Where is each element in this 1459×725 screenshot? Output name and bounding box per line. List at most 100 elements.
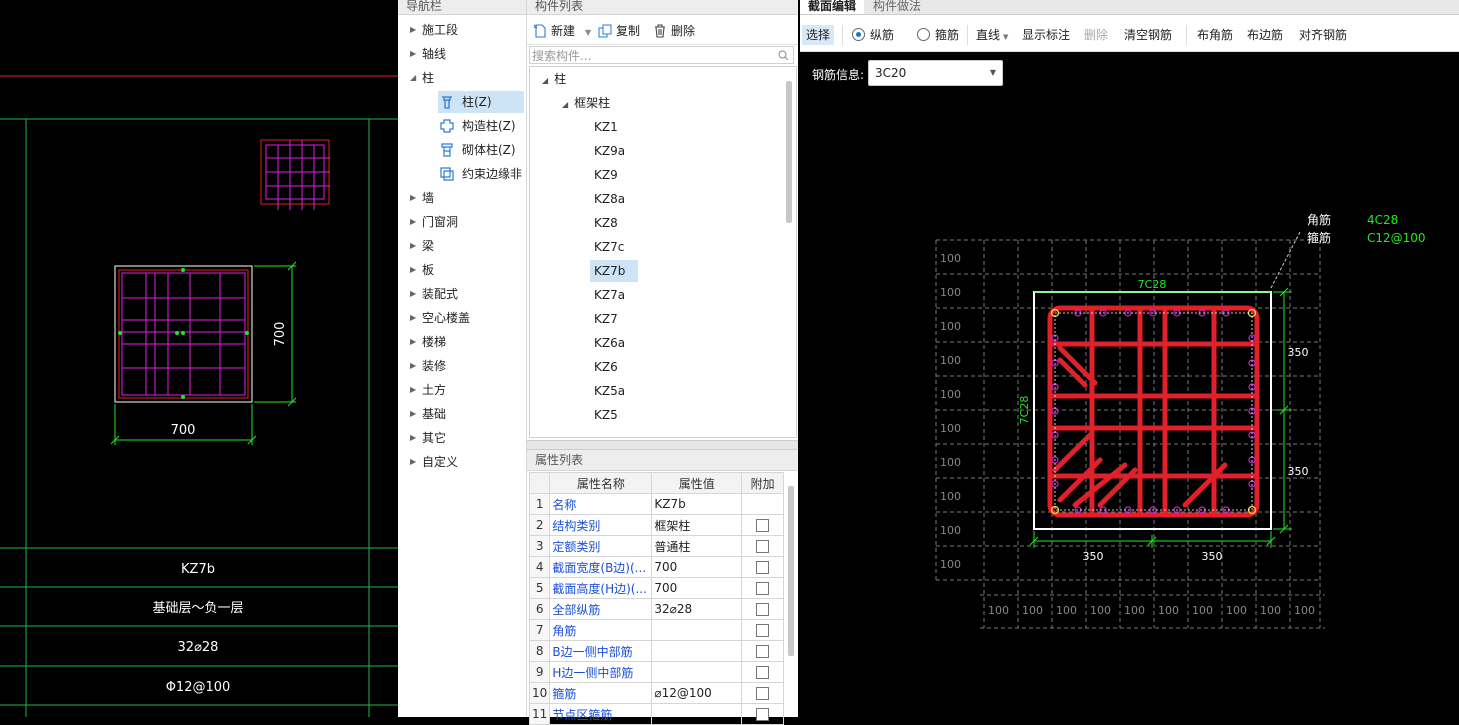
list-item[interactable]: KZ8a bbox=[594, 188, 625, 210]
expand-arrow-icon[interactable]: ▶ bbox=[410, 19, 416, 41]
expand-arrow-icon[interactable]: ▶ bbox=[410, 427, 416, 449]
extra-checkbox[interactable] bbox=[756, 561, 770, 574]
list-item[interactable]: KZ9a bbox=[594, 140, 625, 162]
expand-arrow-icon[interactable]: ▶ bbox=[410, 307, 416, 329]
tree-group-frame-column[interactable]: ◢ 框架柱 bbox=[562, 92, 610, 114]
collapse-arrow-icon[interactable]: ◢ bbox=[410, 67, 416, 89]
component-list-panel: 构件列表 新建 ▼ 复制 删除 搜索构件... ◢ 柱 ◢ 框架柱 KZ1 KZ9a… bbox=[527, 0, 798, 440]
masonry-column-icon bbox=[441, 143, 453, 157]
extra-checkbox[interactable] bbox=[756, 603, 770, 616]
tab-section-edit[interactable]: 截面编辑 bbox=[800, 0, 865, 14]
table-row[interactable]: 10 箍筋 ⌀12@100 bbox=[528, 682, 784, 704]
table-row[interactable]: 6 全部纵筋 32⌀28 bbox=[528, 598, 784, 620]
expand-arrow-icon[interactable]: ▶ bbox=[410, 43, 416, 65]
nav-item-custom[interactable]: ▶ 自定义 bbox=[398, 451, 525, 473]
search-icon[interactable] bbox=[778, 50, 789, 61]
dim-height-text: 700 bbox=[273, 322, 288, 347]
extra-checkbox[interactable] bbox=[756, 519, 770, 532]
corner-rebar-button[interactable]: 布角筋 bbox=[1197, 25, 1233, 45]
list-item[interactable]: KZ7 bbox=[594, 308, 618, 330]
nav-item-decoration[interactable]: ▶ 装修 bbox=[398, 355, 525, 377]
table-row[interactable]: 8 B边一侧中部筋 bbox=[528, 640, 784, 662]
list-item[interactable]: KZ8 bbox=[594, 212, 618, 234]
show-dims-button[interactable]: 显示标注 bbox=[1022, 25, 1070, 45]
cad-canvas[interactable]: 700 700 KZ7b 基础层～负一层 32⌀28 Φ12@100 bbox=[0, 0, 398, 717]
list-item[interactable]: KZ5 bbox=[594, 404, 618, 426]
line-dropdown[interactable]: 直线 ▼ bbox=[976, 25, 1008, 45]
nav-item-foundation[interactable]: ▶ 基础 bbox=[398, 403, 525, 425]
expand-arrow-icon[interactable]: ▶ bbox=[410, 403, 416, 425]
select-button[interactable]: 选择 bbox=[802, 25, 835, 45]
tree-scrollbar[interactable] bbox=[786, 81, 792, 223]
grid-label: 100 bbox=[940, 320, 961, 333]
table-row[interactable]: 7 角筋 bbox=[528, 619, 784, 641]
extra-checkbox[interactable] bbox=[756, 708, 770, 721]
list-item[interactable]: KZ9 bbox=[594, 164, 618, 186]
tab-component-method[interactable]: 构件做法 bbox=[865, 0, 929, 14]
longitudinal-radio[interactable]: 纵筋 bbox=[852, 25, 894, 45]
extra-checkbox[interactable] bbox=[756, 582, 770, 595]
list-item[interactable]: KZ6a bbox=[594, 332, 625, 354]
align-rebar-button[interactable]: 对齐钢筋 bbox=[1299, 25, 1347, 45]
nav-item-slab[interactable]: ▶ 板 bbox=[398, 259, 525, 281]
tree-root[interactable]: ◢ 柱 bbox=[542, 68, 566, 90]
expand-arrow-icon[interactable]: ▶ bbox=[410, 235, 416, 257]
extra-checkbox[interactable] bbox=[756, 687, 770, 700]
table-row[interactable]: 1 名称 KZ7b bbox=[528, 493, 784, 515]
list-item[interactable]: KZ7c bbox=[594, 236, 624, 258]
table-row[interactable]: 5 截面高度(H边)(... 700 bbox=[528, 577, 784, 599]
section-canvas[interactable]: 100 100 100 100 100 100 100 100 100 100 … bbox=[800, 52, 1459, 717]
nav-item-wall[interactable]: ▶ 墙 bbox=[398, 187, 525, 209]
expand-arrow-icon[interactable]: ▶ bbox=[410, 379, 416, 401]
nav-item-prefab[interactable]: ▶ 装配式 bbox=[398, 283, 525, 305]
expand-arrow-icon[interactable]: ▶ bbox=[410, 331, 416, 353]
expand-arrow-icon[interactable]: ▶ bbox=[410, 451, 416, 473]
boundary-element-icon bbox=[440, 167, 454, 181]
extra-checkbox[interactable] bbox=[756, 540, 770, 553]
nav-item-other[interactable]: ▶ 其它 bbox=[398, 427, 525, 449]
header-property-name: 属性名称 bbox=[549, 472, 653, 494]
table-row[interactable]: 11 节点区箍筋 bbox=[528, 703, 784, 725]
nav-item-stairs[interactable]: ▶ 楼梯 bbox=[398, 331, 525, 353]
list-item[interactable]: KZ5a bbox=[594, 380, 625, 402]
list-item[interactable]: KZ1 bbox=[594, 116, 618, 138]
nav-sub-masonry-column[interactable]: 砌体柱(Z) bbox=[438, 139, 524, 161]
list-item[interactable]: KZ7a bbox=[594, 284, 625, 306]
extra-checkbox[interactable] bbox=[756, 624, 770, 637]
nav-item-earthwork[interactable]: ▶ 土方 bbox=[398, 379, 525, 401]
component-search-input[interactable]: 搜索构件... bbox=[529, 46, 794, 64]
edge-rebar-button[interactable]: 布边筋 bbox=[1247, 25, 1283, 45]
table-row[interactable]: 3 定额类别 普通柱 bbox=[528, 535, 784, 557]
nav-item-door-window[interactable]: ▶ 门窗洞 bbox=[398, 211, 525, 233]
clear-rebar-button[interactable]: 清空钢筋 bbox=[1124, 25, 1172, 45]
table-row[interactable]: 4 截面宽度(B边)(... 700 bbox=[528, 556, 784, 578]
nav-item-column[interactable]: ◢ 柱 bbox=[398, 67, 525, 89]
list-item[interactable]: KZ6 bbox=[594, 356, 618, 378]
delete-button[interactable]: 删除 bbox=[653, 22, 695, 40]
stirrup-radio[interactable]: 箍筋 bbox=[917, 25, 959, 45]
table-row[interactable]: 9 H边一侧中部筋 bbox=[528, 661, 784, 683]
extra-checkbox[interactable] bbox=[756, 666, 770, 679]
cad-drawing-view[interactable]: 700 700 KZ7b 基础层～负一层 32⌀28 Φ12@100 bbox=[0, 0, 398, 717]
copy-button[interactable]: 复制 bbox=[598, 22, 640, 40]
delete-rebar-button[interactable]: 删除 bbox=[1084, 25, 1108, 45]
expand-arrow-icon[interactable]: ▶ bbox=[410, 283, 416, 305]
list-item-selected[interactable]: KZ7b bbox=[590, 260, 638, 282]
expand-arrow-icon[interactable]: ▶ bbox=[410, 187, 416, 209]
nav-item-construction-stage[interactable]: ▶ 施工段 bbox=[398, 19, 525, 41]
nav-item-axis[interactable]: ▶ 轴线 bbox=[398, 43, 525, 65]
property-scrollbar[interactable] bbox=[788, 486, 794, 656]
expand-arrow-icon[interactable]: ▶ bbox=[410, 355, 416, 377]
new-dropdown-icon[interactable]: ▼ bbox=[585, 24, 591, 42]
table-row[interactable]: 2 结构类别 框架柱 bbox=[528, 514, 784, 536]
nav-sub-boundary-element[interactable]: 约束边缘非 bbox=[438, 163, 524, 185]
expand-arrow-icon[interactable]: ▶ bbox=[410, 259, 416, 281]
nav-sub-constructional-column[interactable]: 构造柱(Z) bbox=[438, 115, 524, 137]
expand-arrow-icon[interactable]: ▶ bbox=[410, 211, 416, 233]
extra-checkbox[interactable] bbox=[756, 645, 770, 658]
nav-sub-column-z[interactable]: 柱(Z) bbox=[438, 91, 524, 113]
nav-item-hollow-floor[interactable]: ▶ 空心楼盖 bbox=[398, 307, 525, 329]
new-button[interactable]: 新建 bbox=[533, 22, 575, 40]
dim-width-text: 700 bbox=[171, 423, 196, 438]
nav-item-beam[interactable]: ▶ 梁 bbox=[398, 235, 525, 257]
